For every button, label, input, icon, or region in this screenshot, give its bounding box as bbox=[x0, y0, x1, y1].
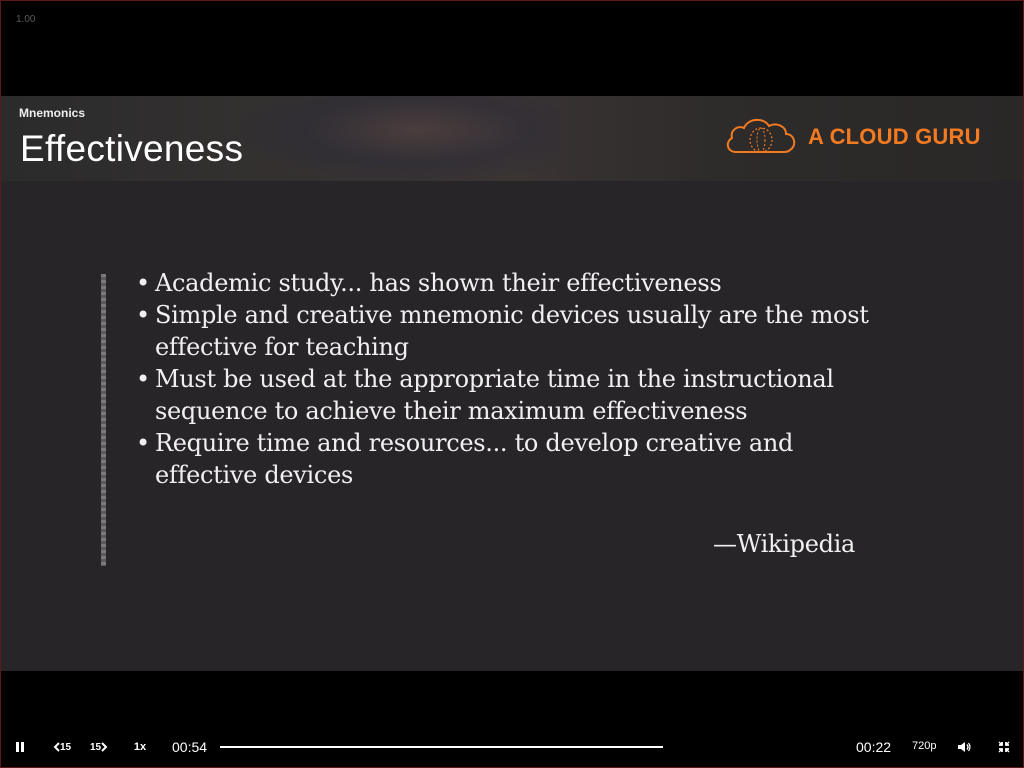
quality-selector[interactable]: 720p bbox=[912, 740, 936, 752]
bullet-item: Simple and creative mnemonic devices usu… bbox=[136, 299, 896, 363]
remaining-time: 00:22 bbox=[856, 739, 892, 755]
elapsed-time: 00:54 bbox=[172, 739, 208, 755]
playback-rate-button[interactable]: 1x bbox=[130, 739, 150, 755]
exit-fullscreen-button[interactable] bbox=[996, 739, 1012, 755]
skip-forward-label: 15 bbox=[89, 741, 102, 753]
cloud-logo-icon bbox=[726, 118, 796, 153]
bullet-item: Academic study... has shown their effect… bbox=[136, 267, 896, 299]
exit-fullscreen-icon bbox=[998, 741, 1010, 753]
bullet-item: Require time and resources... to develop… bbox=[136, 427, 896, 491]
video-area[interactable]: Mnemonics Effectiveness A CLOUD GURU Aca… bbox=[1, 96, 1023, 671]
chevron-left-icon bbox=[53, 742, 60, 752]
logo-text: A CLOUD GURU bbox=[808, 124, 981, 149]
brand-logo: A CLOUD GURU bbox=[724, 116, 981, 158]
pause-icon bbox=[16, 742, 24, 752]
player-controls: 15 15 1x 00:54 00:22 720p bbox=[0, 734, 1024, 760]
progress-bar[interactable] bbox=[220, 746, 663, 748]
skip-back-button[interactable]: 15 bbox=[50, 739, 74, 755]
slide-header: Mnemonics Effectiveness A CLOUD GURU bbox=[1, 96, 1023, 181]
quote-bar bbox=[101, 274, 106, 566]
slide-title: Effectiveness bbox=[20, 128, 244, 169]
volume-button[interactable] bbox=[956, 739, 972, 755]
quote-attribution: —Wikipedia bbox=[713, 530, 856, 558]
bullet-item: Must be used at the appropriate time in … bbox=[136, 363, 896, 427]
slide-subtitle: Mnemonics bbox=[19, 106, 86, 120]
bullet-list: Academic study... has shown their effect… bbox=[136, 267, 896, 491]
pause-button[interactable] bbox=[12, 739, 28, 755]
skip-forward-button[interactable]: 15 bbox=[87, 739, 111, 755]
chevron-right-icon bbox=[101, 742, 108, 752]
skip-back-label: 15 bbox=[59, 741, 72, 753]
volume-icon bbox=[958, 742, 971, 752]
presenter-video-overlay bbox=[241, 96, 561, 181]
speed-badge: 1.00 bbox=[16, 14, 36, 25]
